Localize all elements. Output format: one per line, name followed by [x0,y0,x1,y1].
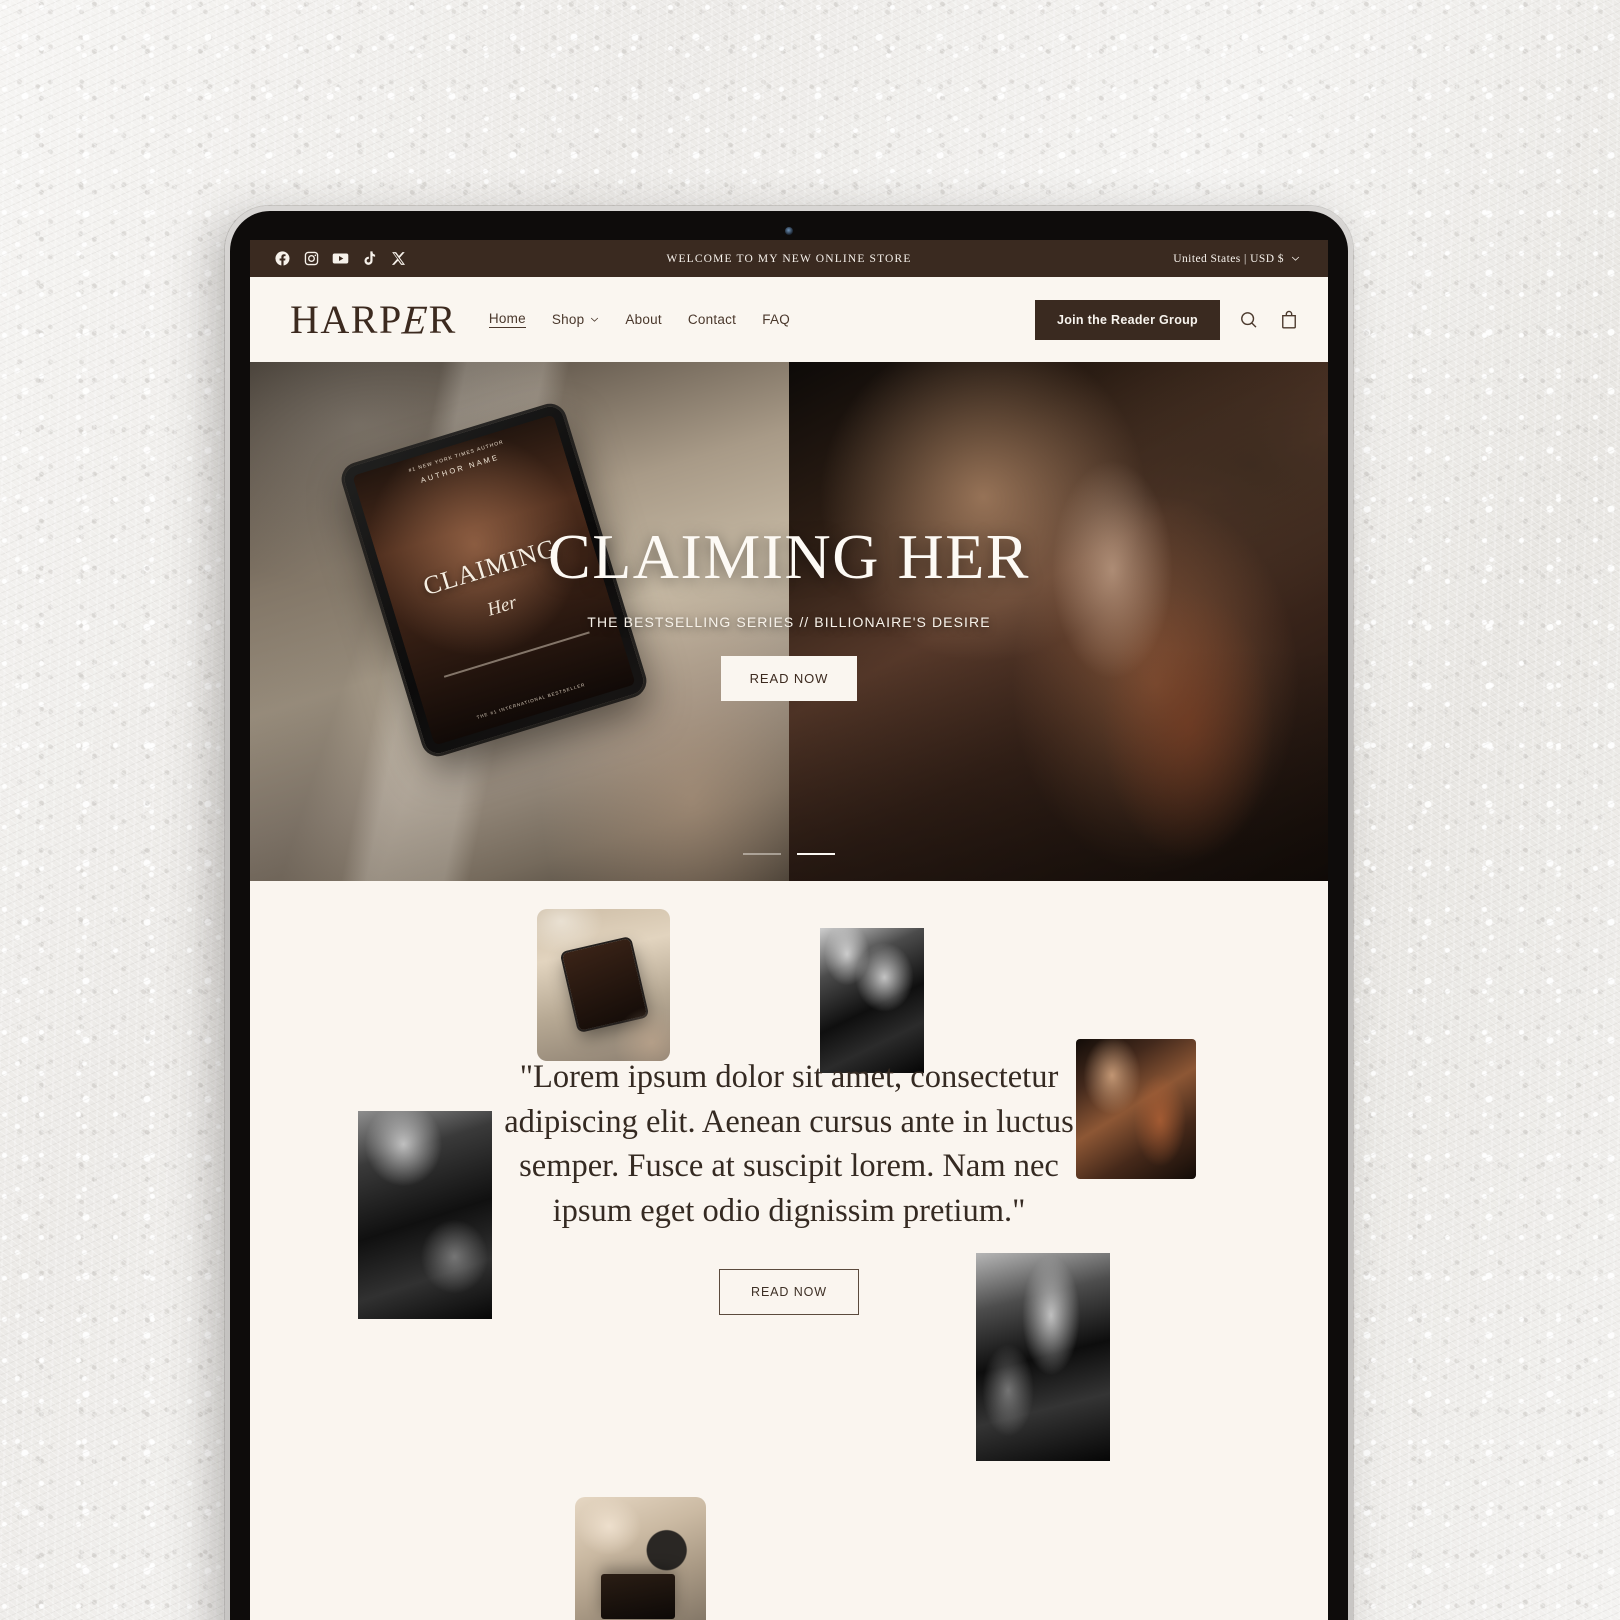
nav-item-home[interactable]: Home [488,311,526,328]
quote-block: "Lorem ipsum dolor sit amet, consectetur… [489,1055,1089,1316]
locale-currency-selector[interactable]: United States | USD $ [1173,253,1300,265]
site-header: HARPER Home Shop About Contact FAQ Join … [250,277,1328,362]
hero-subtitle: THE BESTSELLING SERIES // BILLIONAIRE'S … [587,613,991,630]
hero-title: CLAIMING HER [548,520,1030,592]
collage-image-couple-embrace [1076,1039,1196,1179]
header-actions: Join the Reader Group [1034,299,1300,340]
hero-slide-indicator-2[interactable] [797,853,835,855]
tablet-device-mockup: WELCOME TO MY NEW ONLINE STORE United St… [225,206,1353,1620]
logo-text-part1: HARP [290,296,403,342]
hero-slide-indicator-1[interactable] [743,853,781,855]
instagram-icon[interactable] [303,250,320,267]
youtube-icon[interactable] [332,250,349,267]
nav-label: Home [488,311,526,326]
announcement-bar: WELCOME TO MY NEW ONLINE STORE United St… [250,240,1328,277]
collage-image-bw-portrait [820,928,924,1073]
hero-slider: #1 NEW YORK TIMES AUTHOR AUTHOR NAME CLA… [250,362,1328,881]
facebook-icon[interactable] [274,250,291,267]
quote-collage-section: "Lorem ipsum dolor sit amet, consectetur… [250,881,1328,1620]
nav-item-faq[interactable]: FAQ [762,312,790,327]
chevron-down-icon [590,315,599,324]
quote-text: "Lorem ipsum dolor sit amet, consectetur… [504,1059,1074,1229]
collage-image-bw-bedroom [358,1111,492,1319]
collage-image-flatlay-coffee-book [575,1497,706,1620]
nav-item-shop[interactable]: Shop [552,312,600,327]
hero-slider-pagination [250,853,1328,855]
x-icon[interactable] [390,250,407,267]
nav-item-contact[interactable]: Contact [688,312,736,327]
collage-read-now-button[interactable]: READ NOW [719,1269,859,1316]
nav-label: FAQ [762,312,790,327]
join-reader-group-button[interactable]: Join the Reader Group [1034,299,1220,340]
search-icon[interactable] [1238,309,1260,331]
locale-label: United States | USD $ [1173,252,1284,265]
social-links [274,250,407,267]
tablet-bezel: WELCOME TO MY NEW ONLINE STORE United St… [230,211,1348,1620]
hero-content: CLAIMING HER THE BESTSELLING SERIES // B… [250,362,1328,881]
nav-item-about[interactable]: About [625,312,662,327]
browser-viewport: WELCOME TO MY NEW ONLINE STORE United St… [250,240,1328,1620]
nav-label: Contact [687,312,737,327]
main-navigation: Home Shop About Contact FAQ [488,311,790,328]
nav-label: About [625,312,662,327]
announcement-text: WELCOME TO MY NEW ONLINE STORE [666,252,912,265]
collage-image-ereader-in-bed [537,909,670,1061]
hero-read-now-button[interactable]: READ NOW [720,655,858,701]
site-logo[interactable]: HARPER [290,296,457,342]
cart-icon[interactable] [1278,309,1300,331]
nav-label: Shop [551,312,585,327]
front-camera-icon [785,227,793,235]
tiktok-icon[interactable] [361,250,378,267]
chevron-down-icon [1291,254,1300,263]
